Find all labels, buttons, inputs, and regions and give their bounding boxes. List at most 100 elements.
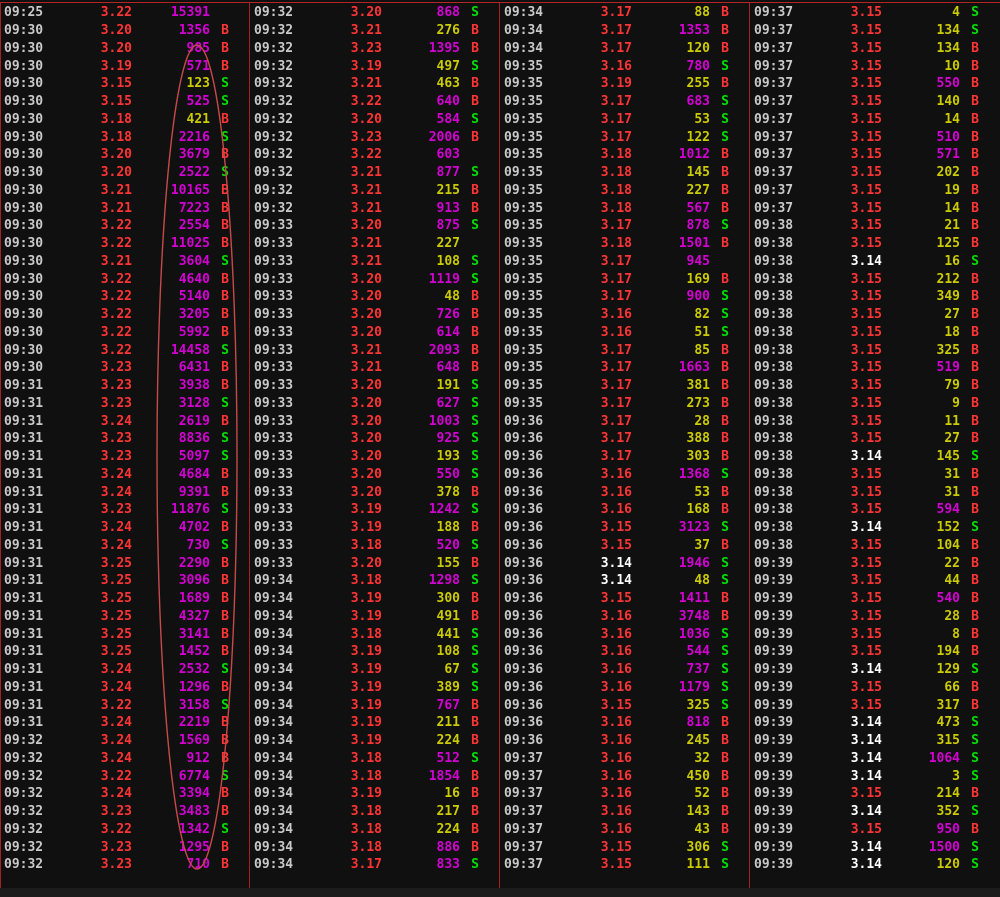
trade-volume: 4702 (178, 520, 210, 536)
trade-volume: 1569 (178, 733, 210, 749)
trade-time: 09:37 (754, 182, 794, 198)
trade-direction-flag: B (721, 484, 729, 500)
trade-direction-flag: B (971, 502, 979, 518)
tick-row: 09:33 3.20 925 S (251, 430, 499, 448)
trade-time: 09:34 (254, 608, 294, 624)
trade-time: 09:32 (254, 76, 294, 92)
trade-volume: 2619 (178, 413, 210, 429)
trade-price: 3.20 (350, 218, 382, 234)
trade-price: 3.21 (350, 236, 382, 252)
trade-direction-flag: S (221, 537, 229, 553)
tick-row: 09:39 3.15 540 B (751, 590, 999, 608)
trade-price: 3.20 (100, 23, 132, 39)
trade-price: 3.20 (350, 271, 382, 287)
trade-time: 09:34 (254, 857, 294, 873)
trade-volume: 48 (444, 289, 460, 305)
trade-direction-flag: B (471, 324, 479, 340)
tick-row: 09:32 3.22 6774 S (1, 767, 249, 785)
trade-volume: 22 (944, 555, 960, 571)
trade-price: 3.22 (100, 307, 132, 323)
trade-price: 3.19 (350, 715, 382, 731)
trade-volume: 14458 (170, 342, 210, 358)
trade-volume: 2554 (178, 218, 210, 234)
trade-volume: 4327 (178, 608, 210, 624)
trade-volume: 1064 (928, 750, 960, 766)
trade-price: 3.17 (600, 378, 632, 394)
trade-direction-flag: S (971, 253, 979, 269)
trade-volume: 950 (936, 821, 960, 837)
tick-row: 09:37 3.15 111 S (501, 856, 749, 874)
trade-direction-flag: B (971, 821, 979, 837)
trade-price: 3.23 (100, 395, 132, 411)
trade-volume: 37 (694, 537, 710, 553)
trade-price: 3.20 (350, 324, 382, 340)
trade-volume: 122 (686, 129, 710, 145)
tick-row: 09:39 3.15 194 B (751, 643, 999, 661)
tick-row: 09:33 3.20 191 S (251, 377, 499, 395)
trade-time: 09:32 (254, 58, 294, 74)
trade-direction-flag: B (971, 591, 979, 607)
tick-panel-1[interactable]: 09:25 3.22 15391 09:30 3.20 1356 B 09:30 3.20 985… (1, 4, 249, 876)
trade-volume: 19 (944, 182, 960, 198)
trade-volume: 16 (944, 253, 960, 269)
trade-price: 3.15 (850, 395, 882, 411)
trade-price: 3.20 (350, 449, 382, 465)
trade-volume: 4640 (178, 271, 210, 287)
tick-panel-2[interactable]: 09:32 3.20 868 S 09:32 3.21 276 B 09:32 3.23 1395 B… (251, 4, 499, 876)
trade-direction-flag: B (471, 733, 479, 749)
trade-volume: 129 (936, 662, 960, 678)
trade-volume: 51 (694, 324, 710, 340)
trade-volume: 510 (936, 129, 960, 145)
trade-price: 3.14 (850, 733, 882, 749)
trade-volume: 2290 (178, 555, 210, 571)
tick-row: 09:35 3.16 82 S (501, 306, 749, 324)
trade-volume: 540 (936, 591, 960, 607)
tick-row: 09:36 3.15 325 S (501, 696, 749, 714)
trade-time: 09:33 (254, 253, 294, 269)
trade-volume: 3604 (178, 253, 210, 269)
trade-price: 3.23 (350, 129, 382, 145)
trade-volume: 544 (686, 644, 710, 660)
trade-direction-flag: B (971, 94, 979, 110)
trade-price: 3.15 (850, 5, 882, 21)
trade-direction-flag: S (221, 431, 229, 447)
trade-time: 09:30 (4, 147, 44, 163)
trade-price: 3.15 (850, 413, 882, 429)
trade-direction-flag: S (971, 733, 979, 749)
tick-row: 09:33 3.18 520 S (251, 537, 499, 555)
bottom-status-strip (0, 888, 1000, 897)
trade-direction-flag: B (971, 40, 979, 56)
trade-time: 09:37 (754, 200, 794, 216)
tick-row: 09:35 3.17 169 B (501, 270, 749, 288)
trade-time: 09:36 (504, 591, 544, 607)
tick-row: 09:30 3.22 5992 B (1, 324, 249, 342)
tick-panel-4[interactable]: 09:37 3.15 4 S 09:37 3.15 134 S 09:37 3.15 134 B 09:… (751, 4, 999, 876)
tick-row: 09:31 3.22 3158 S (1, 696, 249, 714)
trade-price: 3.24 (100, 786, 132, 802)
tick-row: 09:33 3.21 2093 B (251, 341, 499, 359)
tick-row: 09:33 3.20 1119 S (251, 270, 499, 288)
tick-panel-3[interactable]: 09:34 3.17 88 B 09:34 3.17 1353 B 09:34 3.17 120 B 0… (501, 4, 749, 876)
trade-direction-flag: S (471, 857, 479, 873)
trade-price: 3.15 (850, 555, 882, 571)
trade-direction-flag: S (471, 537, 479, 553)
trade-volume: 2532 (178, 662, 210, 678)
tick-row: 09:38 3.15 79 B (751, 377, 999, 395)
trade-volume: 82 (694, 307, 710, 323)
trade-direction-flag: S (721, 324, 729, 340)
trade-time: 09:30 (4, 182, 44, 198)
trade-volume: 945 (686, 253, 710, 269)
trade-time: 09:33 (254, 502, 294, 518)
trade-price: 3.15 (850, 378, 882, 394)
trade-volume: 52 (694, 786, 710, 802)
tick-row: 09:30 3.20 985 B (1, 40, 249, 58)
trade-volume: 48 (694, 573, 710, 589)
trade-volume: 441 (436, 626, 460, 642)
trade-time: 09:31 (4, 573, 44, 589)
trade-time: 09:38 (754, 378, 794, 394)
trade-volume: 913 (436, 200, 460, 216)
trade-time: 09:32 (254, 165, 294, 181)
tick-row: 09:39 3.14 315 S (751, 732, 999, 750)
trade-direction-flag: B (221, 40, 229, 56)
trade-price: 3.19 (100, 58, 132, 74)
